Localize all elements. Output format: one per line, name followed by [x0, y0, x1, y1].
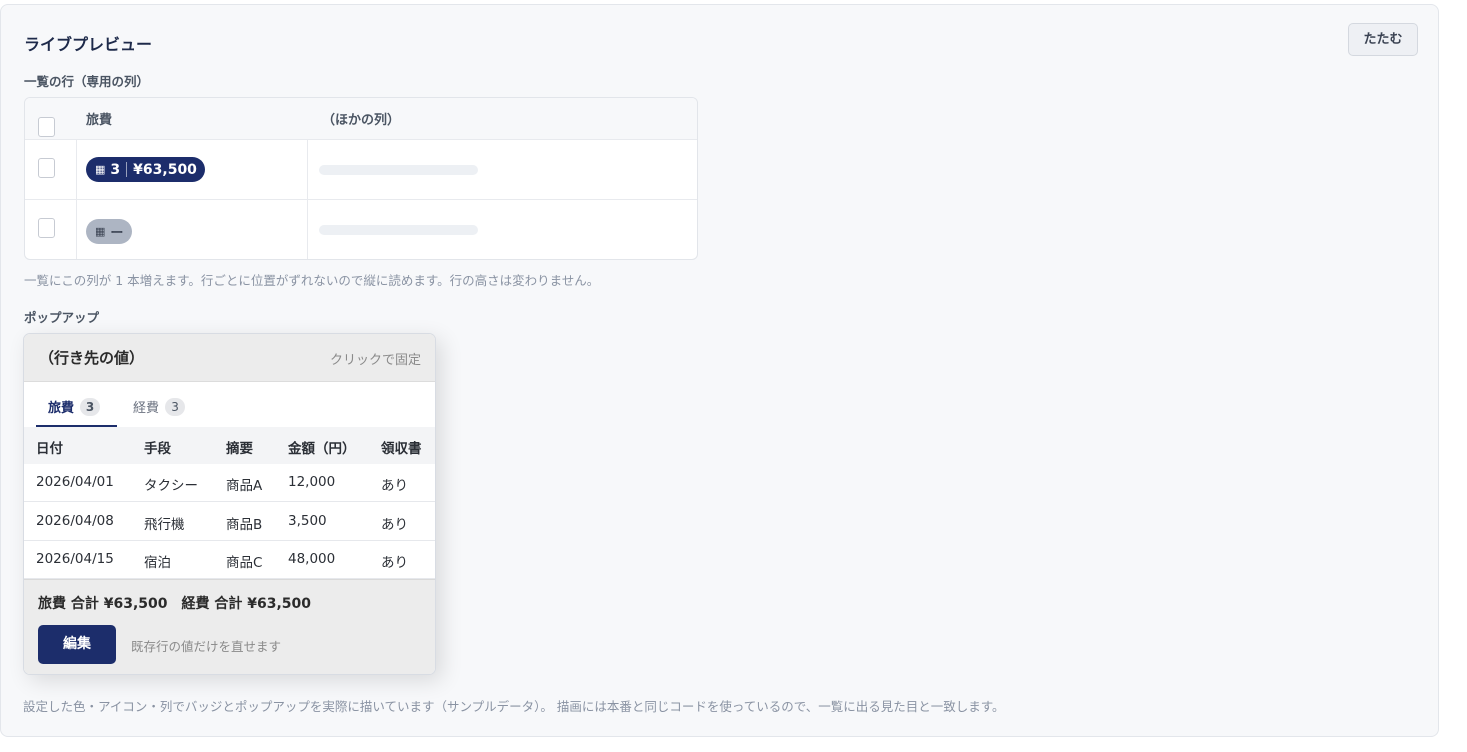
cell-summary: 商品A [226, 478, 263, 494]
table-row: 2026/04/08 飛行機 商品B 3,500 あり [24, 503, 435, 541]
row-checkbox[interactable] [38, 218, 55, 238]
header-date: 日付 [36, 441, 63, 457]
tab-count: 3 [165, 397, 186, 416]
popup-footer: 旅費 合計 ¥63,500 経費 合計 ¥63,500 編集 既存行の値だけを直… [24, 579, 435, 674]
cell-amount: 48,000 [288, 551, 336, 567]
table-row: ▦ ー [25, 200, 697, 259]
table-icon: ▦ [95, 163, 106, 176]
popup-header: （行き先の値） クリックで固定 [24, 334, 435, 382]
select-all-checkbox[interactable] [38, 117, 55, 137]
panel-title: ライブプレビュー [24, 35, 153, 54]
header-receipt: 領収書 [381, 441, 422, 457]
badge-separator [126, 162, 128, 177]
list-note: 一覧にこの列が 1 本増えます。行ごとに位置がずれないので縦に読めます。行の高さ… [24, 273, 600, 288]
cell-date: 2026/04/15 [36, 551, 114, 567]
tab-expense[interactable]: 経費 3 [133, 397, 186, 416]
footer-note: 設定した色・アイコン・列でバッジとポップアップを実際に描いています（サンプルデー… [23, 699, 1005, 714]
table-header-row: 旅費 （ほかの列） [25, 98, 697, 140]
cell-summary: 商品B [226, 517, 263, 533]
cell-amount: 3,500 [288, 513, 327, 529]
popup-section-label: ポップアップ [24, 310, 100, 325]
cell-method: 宿泊 [144, 555, 171, 571]
cell-receipt: あり [381, 517, 408, 533]
list-preview-table: 旅費 （ほかの列） ▦ 3 ¥63,500 ▦ ー [24, 97, 698, 260]
tab-count: 3 [80, 397, 101, 416]
table-row: 2026/04/15 宿泊 商品C 48,000 あり [24, 541, 435, 579]
totals-text: 旅費 合計 ¥63,500 経費 合計 ¥63,500 [38, 596, 312, 612]
row-checkbox[interactable] [38, 158, 55, 178]
placeholder-bar [319, 225, 478, 235]
popup-preview[interactable]: （行き先の値） クリックで固定 旅費 3 経費 3 日付 手段 摘要 金額（円）… [23, 333, 436, 675]
header-summary: 摘要 [226, 441, 253, 457]
pin-hint: クリックで固定 [329, 353, 421, 368]
edit-note: 既存行の値だけを直せます [131, 639, 282, 654]
placeholder-bar [319, 165, 478, 175]
tab-label: 経費 [133, 401, 160, 416]
cell-date: 2026/04/01 [36, 474, 114, 490]
collapse-button[interactable]: たたむ [1348, 23, 1418, 56]
cell-summary: 商品C [226, 555, 263, 571]
table-row: ▦ 3 ¥63,500 [25, 140, 697, 200]
tab-travel[interactable]: 旅費 3 [48, 397, 101, 416]
edit-button[interactable]: 編集 [38, 625, 116, 664]
table-row: 2026/04/01 タクシー 商品A 12,000 あり [24, 464, 435, 502]
cell-method: 飛行機 [144, 517, 185, 533]
header-amount: 金額（円） [288, 441, 356, 457]
column-header-travel: 旅費 [86, 113, 113, 128]
badge-count: 3 [110, 161, 121, 178]
cell-date: 2026/04/08 [36, 513, 114, 529]
expense-badge-empty[interactable]: ▦ ー [86, 219, 133, 244]
popup-table-header: 日付 手段 摘要 金額（円） 領収書 [24, 427, 435, 464]
column-header-other: （ほかの列） [322, 113, 401, 128]
badge-empty-value: ー [110, 226, 124, 241]
expense-badge[interactable]: ▦ 3 ¥63,500 [86, 157, 205, 182]
cell-receipt: あり [381, 478, 408, 494]
list-section-label: 一覧の行（専用の列） [24, 74, 150, 89]
cell-amount: 12,000 [288, 474, 336, 490]
cell-receipt: あり [381, 555, 408, 571]
popup-title: （行き先の値） [39, 349, 145, 367]
badge-amount: ¥63,500 [133, 161, 197, 178]
header-method: 手段 [144, 441, 171, 457]
tab-label: 旅費 [48, 401, 75, 416]
table-icon: ▦ [95, 225, 106, 238]
cell-method: タクシー [144, 478, 198, 494]
